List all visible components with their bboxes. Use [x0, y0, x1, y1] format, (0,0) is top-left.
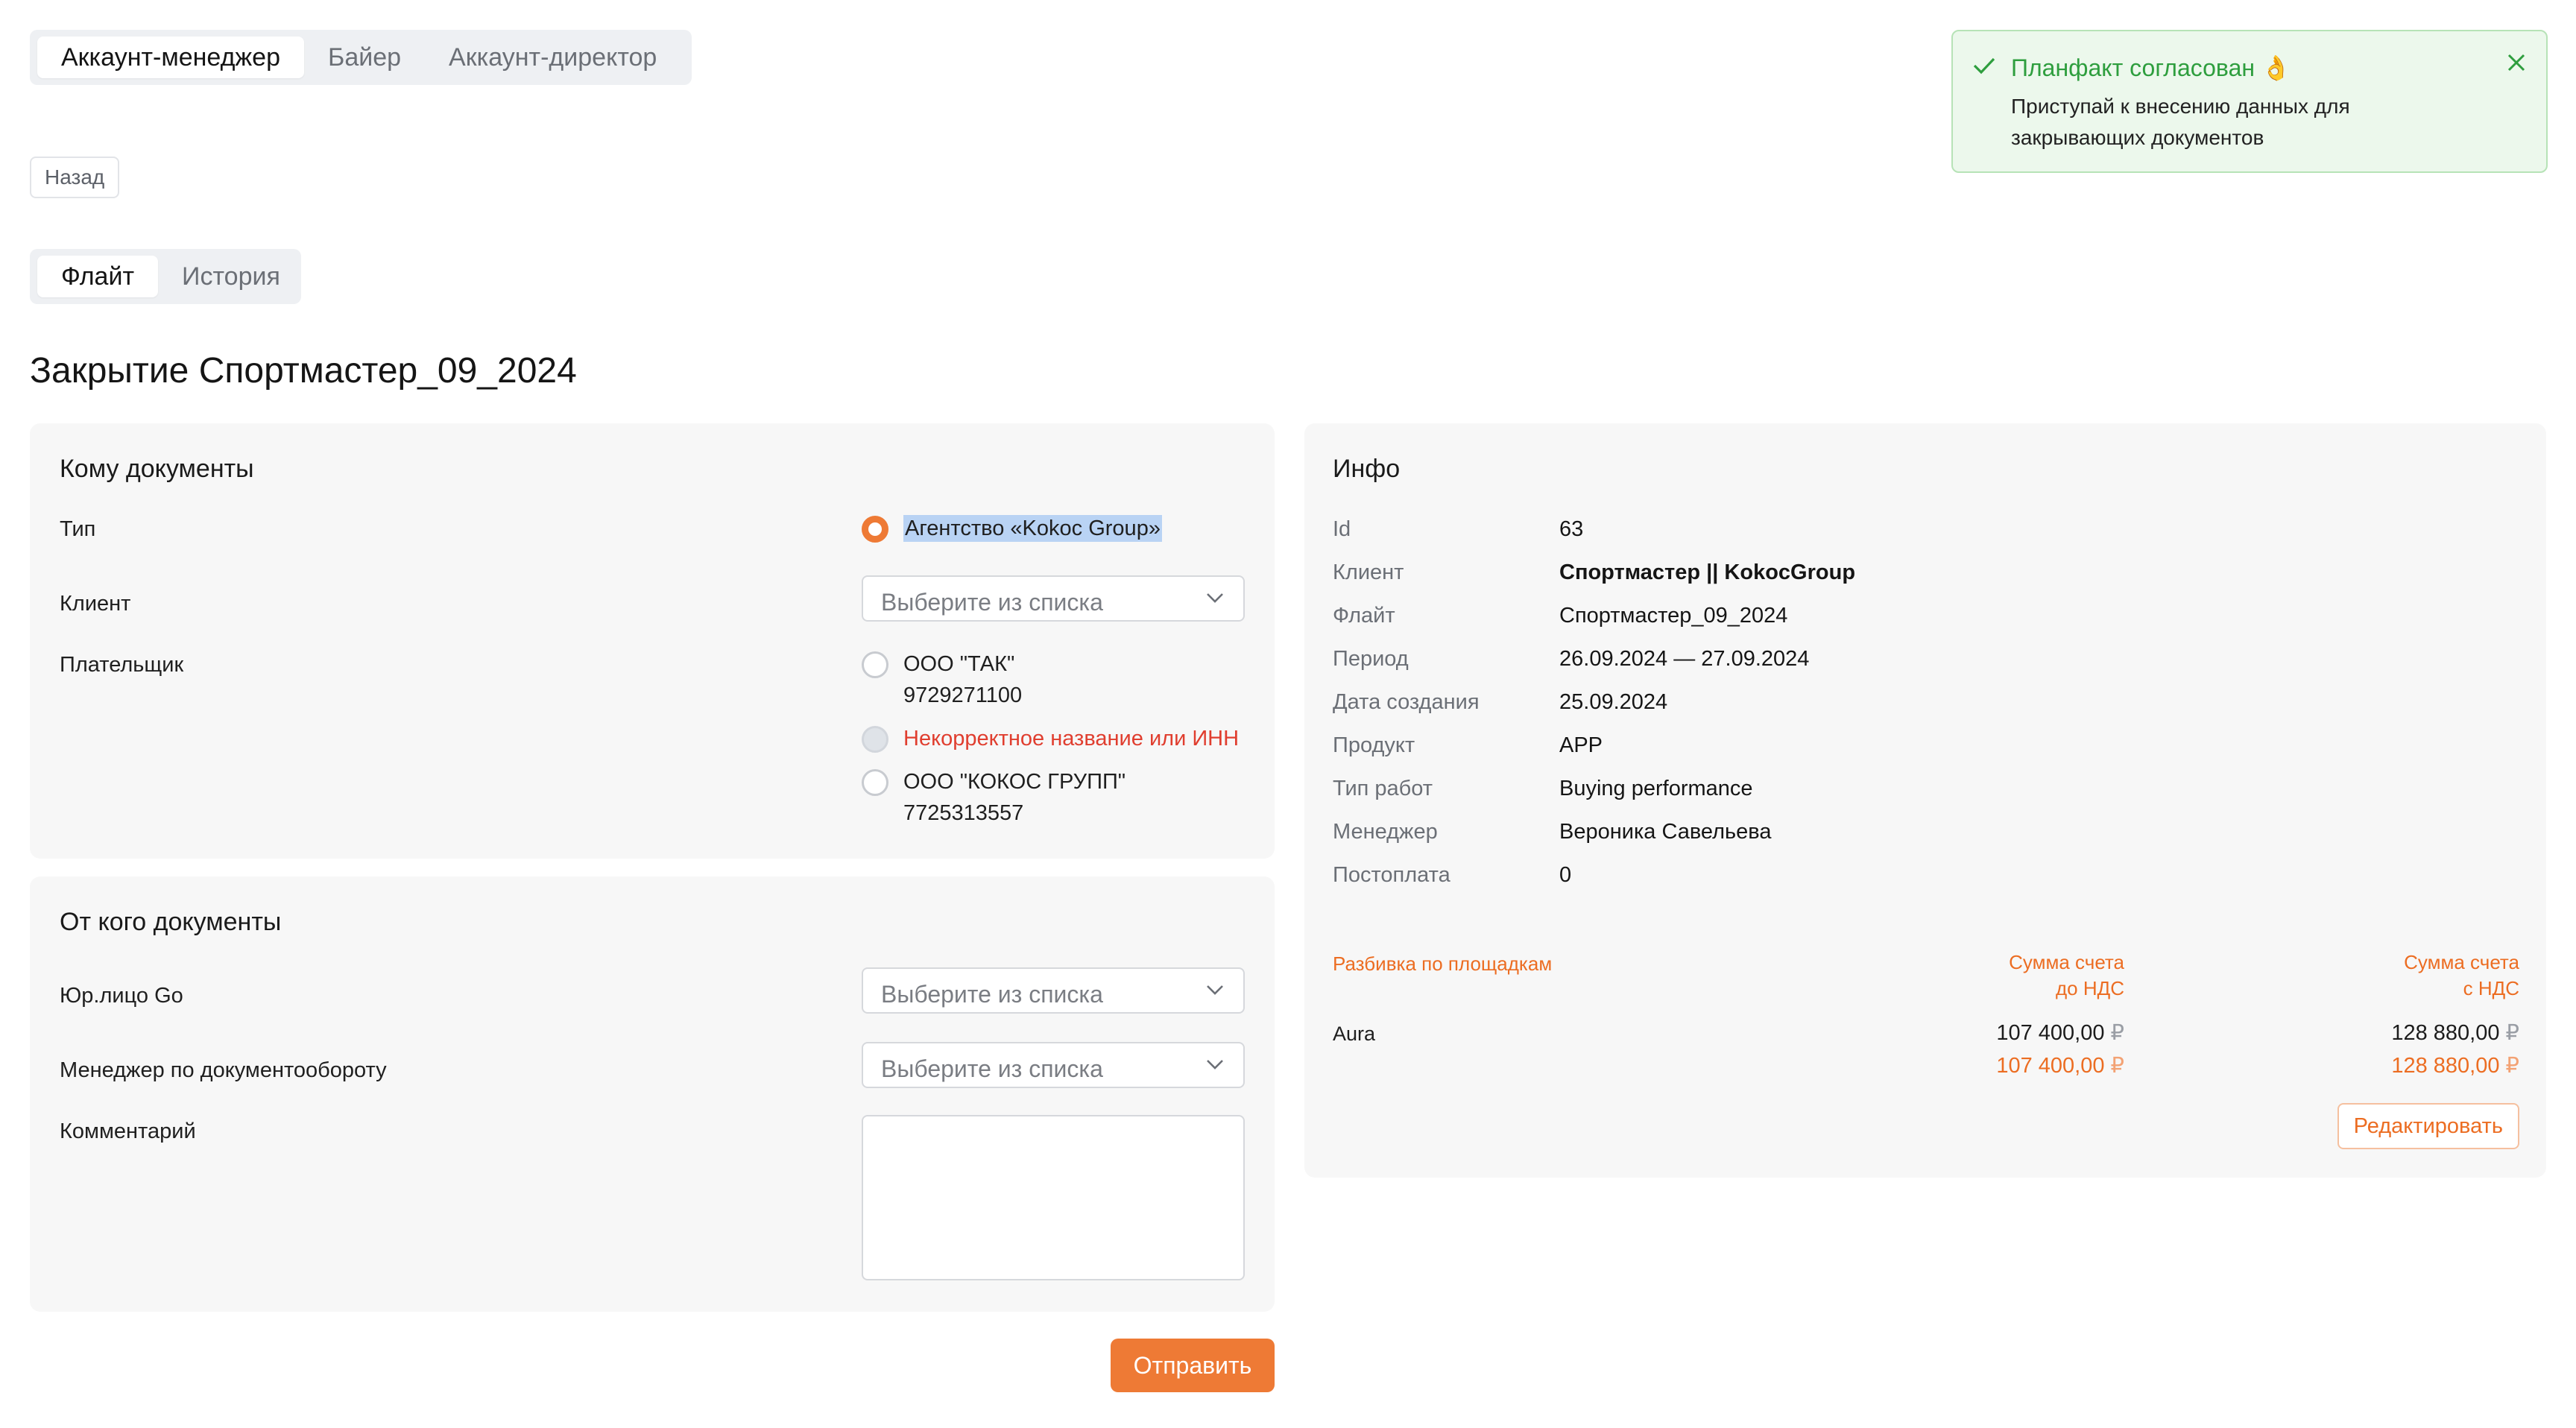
from-docs-card: От кого документы Юр.лицо Go Выберите из… [30, 876, 1275, 1312]
legal-entity-label: Юр.лицо Go [60, 984, 183, 1008]
info-value: 26.09.2024 — 27.09.2024 [1559, 647, 1810, 671]
type-label: Тип [60, 517, 96, 541]
role-tabs: Аккаунт-менеджер Байер Аккаунт-директор [30, 30, 692, 85]
ruble-icon: ₽ [2505, 1021, 2519, 1045]
ruble-icon: ₽ [2110, 1054, 2124, 1078]
info-card: Инфо Id 63 Клиент Спортмастер || KokocGr… [1304, 423, 2546, 1178]
client-label: Клиент [60, 592, 131, 616]
info-key: Постоплата [1333, 863, 1450, 887]
info-value: Спортмастер || KokocGroup [1559, 560, 1856, 584]
payer-radio-invalid [862, 726, 888, 753]
success-toast: Планфакт согласован 👌 Приступай к внесен… [1951, 30, 2548, 173]
info-key: Id [1333, 517, 1351, 541]
client-placeholder: Выберите из списка [881, 589, 1103, 616]
from-docs-title: От кого документы [60, 908, 282, 936]
docflow-manager-placeholder: Выберите из списка [881, 1055, 1103, 1082]
payer-name: ООО "ТАК" [903, 652, 1015, 676]
docflow-manager-label: Менеджер по документообороту [60, 1058, 387, 1082]
amount: 107 400,00 [1996, 1021, 2105, 1045]
edit-button[interactable]: Редактировать [2337, 1103, 2519, 1149]
payer-inn: 7725313557 [903, 801, 1024, 825]
legal-entity-select[interactable]: Выберите из списка [862, 967, 1245, 1014]
to-docs-title: Кому документы [60, 455, 254, 483]
inc-vat-header-line2: с НДС [2463, 977, 2519, 999]
total-ex-vat: 107 400,00 ₽ [1996, 1052, 2124, 1078]
ruble-icon: ₽ [2110, 1021, 2124, 1045]
inc-vat-header: Сумма счета с НДС [2404, 950, 2519, 1002]
tab-flight[interactable]: Флайт [37, 256, 159, 297]
amount: 107 400,00 [1996, 1054, 2105, 1078]
info-value: 63 [1559, 517, 1584, 541]
info-title: Инфо [1333, 455, 1401, 483]
info-value: APP [1559, 733, 1603, 757]
tab-buyer[interactable]: Байер [304, 37, 425, 78]
page-title: Закрытие Спортмастер_09_2024 [30, 351, 577, 391]
amount: 128 880,00 [2391, 1021, 2500, 1045]
info-key: Продукт [1333, 733, 1415, 757]
payer-radio-tak[interactable] [862, 651, 888, 678]
platform-ex-vat: 107 400,00 ₽ [1996, 1020, 2124, 1046]
to-docs-card: Кому документы Тип Агентство «Kokoc Grou… [30, 423, 1275, 859]
info-value: 0 [1559, 863, 1572, 887]
comment-textarea[interactable] [862, 1115, 1245, 1280]
info-key: Клиент [1333, 560, 1404, 584]
info-value: Buying performance [1559, 777, 1753, 800]
breakdown-header: Разбивка по площадкам [1333, 952, 1553, 975]
legal-entity-placeholder: Выберите из списка [881, 981, 1103, 1008]
payer-radio-kokos[interactable] [862, 769, 888, 796]
submit-button[interactable]: Отправить [1111, 1339, 1275, 1392]
payer-inn: 9729271100 [903, 683, 1023, 707]
info-key: Дата создания [1333, 690, 1480, 714]
platform-inc-vat: 128 880,00 ₽ [2391, 1020, 2519, 1046]
info-key: Менеджер [1333, 820, 1438, 844]
platform-name: Aura [1333, 1023, 1376, 1045]
info-key: Флайт [1333, 604, 1395, 628]
toast-title: Планфакт согласован 👌 [2011, 54, 2291, 81]
tab-account-director[interactable]: Аккаунт-директор [425, 37, 681, 78]
type-radio[interactable] [862, 516, 888, 543]
inc-vat-header-line1: Сумма счета [2404, 951, 2519, 973]
ex-vat-header-line2: до НДС [2055, 977, 2124, 999]
toast-message: Приступай к внесению данных для закрываю… [2011, 95, 2350, 149]
amount: 128 880,00 [2391, 1054, 2500, 1078]
payer-option-kokos: ООО "КОКОС ГРУПП" 7725313557 [903, 766, 1126, 829]
info-key: Период [1333, 647, 1409, 671]
close-icon[interactable] [2503, 49, 2530, 76]
client-select[interactable]: Выберите из списка [862, 575, 1245, 622]
total-inc-vat: 128 880,00 ₽ [2391, 1052, 2519, 1078]
info-key: Тип работ [1333, 777, 1433, 800]
comment-label: Комментарий [60, 1119, 196, 1143]
type-value: Агентство «Kokoc Group» [903, 515, 1162, 542]
payer-label: Плательщик [60, 653, 184, 677]
info-value: Спортмастер_09_2024 [1559, 604, 1788, 628]
ex-vat-header: Сумма счета до НДС [2009, 950, 2124, 1002]
payer-error-text: Некорректное название или ИНН [903, 727, 1240, 751]
ruble-icon: ₽ [2505, 1054, 2519, 1078]
chevron-down-icon [1207, 593, 1223, 603]
tab-account-manager[interactable]: Аккаунт-менеджер [37, 37, 304, 78]
back-button[interactable]: Назад [30, 157, 120, 198]
payer-option-tak: ООО "ТАК" 9729271100 [903, 648, 1022, 711]
tab-history[interactable]: История [158, 256, 304, 297]
view-tabs: Флайт История [30, 249, 301, 304]
ex-vat-header-line1: Сумма счета [2009, 951, 2124, 973]
chevron-down-icon [1207, 1060, 1223, 1070]
payer-name: ООО "КОКОС ГРУПП" [903, 770, 1126, 794]
chevron-down-icon [1207, 985, 1223, 995]
info-value: Вероника Савельева [1559, 820, 1772, 844]
check-icon [1973, 57, 1995, 75]
info-value: 25.09.2024 [1559, 690, 1668, 714]
docflow-manager-select[interactable]: Выберите из списка [862, 1042, 1245, 1088]
